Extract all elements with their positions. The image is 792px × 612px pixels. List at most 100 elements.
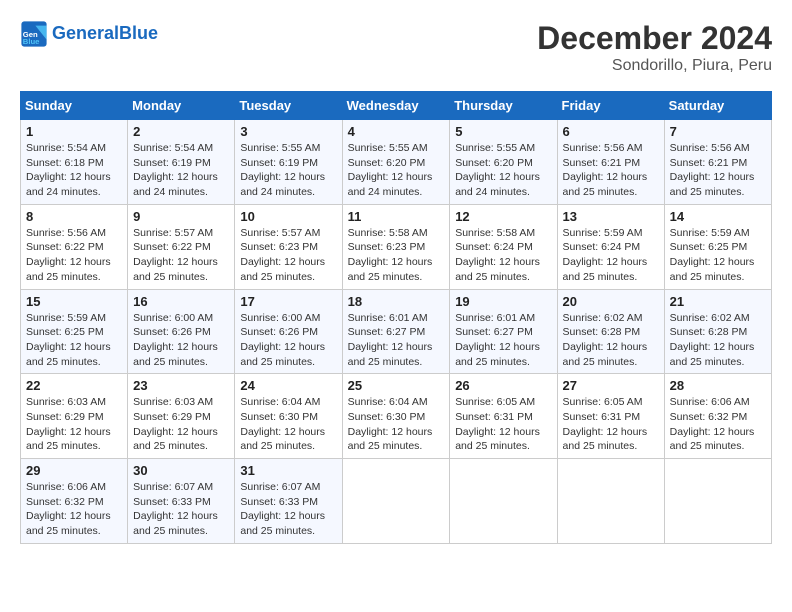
day-info: Sunrise: 6:03 AM Sunset: 6:29 PM Dayligh… [133, 395, 229, 454]
day-number: 2 [133, 124, 229, 139]
calendar-cell: 1Sunrise: 5:54 AM Sunset: 6:18 PM Daylig… [21, 120, 128, 205]
calendar-cell: 29Sunrise: 6:06 AM Sunset: 6:32 PM Dayli… [21, 459, 128, 544]
day-number: 22 [26, 378, 122, 393]
calendar-cell [450, 459, 557, 544]
svg-text:Blue: Blue [23, 37, 40, 46]
day-number: 18 [348, 294, 445, 309]
calendar-cell: 25Sunrise: 6:04 AM Sunset: 6:30 PM Dayli… [342, 374, 450, 459]
day-info: Sunrise: 5:56 AM Sunset: 6:21 PM Dayligh… [670, 141, 766, 200]
weekday-thursday: Thursday [450, 92, 557, 120]
day-info: Sunrise: 6:05 AM Sunset: 6:31 PM Dayligh… [563, 395, 659, 454]
day-info: Sunrise: 6:01 AM Sunset: 6:27 PM Dayligh… [455, 311, 551, 370]
day-info: Sunrise: 6:03 AM Sunset: 6:29 PM Dayligh… [26, 395, 122, 454]
title-block: December 2024 Sondorillo, Piura, Peru [537, 20, 772, 75]
day-number: 13 [563, 209, 659, 224]
day-info: Sunrise: 5:57 AM Sunset: 6:22 PM Dayligh… [133, 226, 229, 285]
day-number: 17 [240, 294, 336, 309]
weekday-monday: Monday [128, 92, 235, 120]
logo-text: GeneralBlue [52, 24, 158, 44]
calendar-cell: 8 Sunrise: 5:56 AM Sunset: 6:22 PM Daylig… [21, 204, 128, 289]
day-number: 14 [670, 209, 766, 224]
day-number: 4 [348, 124, 445, 139]
weekday-saturday: Saturday [664, 92, 771, 120]
day-info: Sunrise: 5:58 AM Sunset: 6:23 PM Dayligh… [348, 226, 445, 285]
calendar-title: December 2024 [537, 20, 772, 57]
day-number: 19 [455, 294, 551, 309]
day-number: 10 [240, 209, 336, 224]
day-info: Sunrise: 5:59 AM Sunset: 6:24 PM Dayligh… [563, 226, 659, 285]
weekday-sunday: Sunday [21, 92, 128, 120]
calendar-cell: 7 Sunrise: 5:56 AM Sunset: 6:21 PM Daylig… [664, 120, 771, 205]
calendar-cell: 15 Sunrise: 5:59 AM Sunset: 6:25 PM Dayli… [21, 289, 128, 374]
day-number: 20 [563, 294, 659, 309]
day-info: Sunrise: 5:59 AM Sunset: 6:25 PM Dayligh… [26, 311, 122, 370]
calendar-cell: 5Sunrise: 5:55 AM Sunset: 6:20 PM Daylig… [450, 120, 557, 205]
calendar-cell: 14 Sunrise: 5:59 AM Sunset: 6:25 PM Dayli… [664, 204, 771, 289]
calendar-cell: 4 Sunrise: 5:55 AM Sunset: 6:20 PM Daylig… [342, 120, 450, 205]
calendar-week-2: 8 Sunrise: 5:56 AM Sunset: 6:22 PM Daylig… [21, 204, 772, 289]
weekday-wednesday: Wednesday [342, 92, 450, 120]
day-info: Sunrise: 5:57 AM Sunset: 6:23 PM Dayligh… [240, 226, 336, 285]
calendar-cell: 17 Sunrise: 6:00 AM Sunset: 6:26 PM Dayli… [235, 289, 342, 374]
day-info: Sunrise: 5:56 AM Sunset: 6:21 PM Dayligh… [563, 141, 659, 200]
day-info: Sunrise: 5:54 AM Sunset: 6:18 PM Dayligh… [26, 141, 122, 200]
day-number: 3 [240, 124, 336, 139]
day-info: Sunrise: 6:05 AM Sunset: 6:31 PM Dayligh… [455, 395, 551, 454]
day-info: Sunrise: 6:00 AM Sunset: 6:26 PM Dayligh… [240, 311, 336, 370]
calendar-cell: 21 Sunrise: 6:02 AM Sunset: 6:28 PM Dayli… [664, 289, 771, 374]
calendar-week-5: 29Sunrise: 6:06 AM Sunset: 6:32 PM Dayli… [21, 459, 772, 544]
day-info: Sunrise: 6:02 AM Sunset: 6:28 PM Dayligh… [670, 311, 766, 370]
day-number: 24 [240, 378, 336, 393]
day-number: 12 [455, 209, 551, 224]
weekday-header-row: SundayMondayTuesdayWednesdayThursdayFrid… [21, 92, 772, 120]
calendar-cell: 19 Sunrise: 6:01 AM Sunset: 6:27 PM Dayli… [450, 289, 557, 374]
calendar-cell: 2 Sunrise: 5:54 AM Sunset: 6:19 PM Daylig… [128, 120, 235, 205]
day-number: 29 [26, 463, 122, 478]
calendar-cell: 24 Sunrise: 6:04 AM Sunset: 6:30 PM Dayli… [235, 374, 342, 459]
calendar-cell: 23 Sunrise: 6:03 AM Sunset: 6:29 PM Dayli… [128, 374, 235, 459]
day-number: 28 [670, 378, 766, 393]
day-number: 6 [563, 124, 659, 139]
day-info: Sunrise: 6:02 AM Sunset: 6:28 PM Dayligh… [563, 311, 659, 370]
calendar-body: 1Sunrise: 5:54 AM Sunset: 6:18 PM Daylig… [21, 120, 772, 544]
day-number: 26 [455, 378, 551, 393]
calendar-cell: 13 Sunrise: 5:59 AM Sunset: 6:24 PM Dayli… [557, 204, 664, 289]
day-info: Sunrise: 6:04 AM Sunset: 6:30 PM Dayligh… [240, 395, 336, 454]
day-info: Sunrise: 5:55 AM Sunset: 6:19 PM Dayligh… [240, 141, 336, 200]
day-info: Sunrise: 5:56 AM Sunset: 6:22 PM Dayligh… [26, 226, 122, 285]
day-number: 5 [455, 124, 551, 139]
weekday-friday: Friday [557, 92, 664, 120]
calendar-cell: 18Sunrise: 6:01 AM Sunset: 6:27 PM Dayli… [342, 289, 450, 374]
page-header: Gen Blue GeneralBlue December 2024 Sondo… [20, 20, 772, 75]
day-number: 9 [133, 209, 229, 224]
calendar-cell: 10 Sunrise: 5:57 AM Sunset: 6:23 PM Dayli… [235, 204, 342, 289]
calendar-cell [664, 459, 771, 544]
calendar-week-3: 15 Sunrise: 5:59 AM Sunset: 6:25 PM Dayli… [21, 289, 772, 374]
logo-blue: Blue [119, 23, 158, 43]
day-number: 8 [26, 209, 122, 224]
day-number: 11 [348, 209, 445, 224]
day-info: Sunrise: 6:06 AM Sunset: 6:32 PM Dayligh… [670, 395, 766, 454]
calendar-week-4: 22 Sunrise: 6:03 AM Sunset: 6:29 PM Dayli… [21, 374, 772, 459]
day-info: Sunrise: 5:55 AM Sunset: 6:20 PM Dayligh… [348, 141, 445, 200]
day-info: Sunrise: 5:54 AM Sunset: 6:19 PM Dayligh… [133, 141, 229, 200]
day-number: 25 [348, 378, 445, 393]
calendar-cell: 22 Sunrise: 6:03 AM Sunset: 6:29 PM Dayli… [21, 374, 128, 459]
calendar-cell: 9 Sunrise: 5:57 AM Sunset: 6:22 PM Daylig… [128, 204, 235, 289]
day-info: Sunrise: 6:07 AM Sunset: 6:33 PM Dayligh… [240, 480, 336, 539]
calendar-cell: 26 Sunrise: 6:05 AM Sunset: 6:31 PM Dayli… [450, 374, 557, 459]
day-number: 23 [133, 378, 229, 393]
logo-icon: Gen Blue [20, 20, 48, 48]
day-info: Sunrise: 5:59 AM Sunset: 6:25 PM Dayligh… [670, 226, 766, 285]
day-number: 16 [133, 294, 229, 309]
calendar-cell: 11 Sunrise: 5:58 AM Sunset: 6:23 PM Dayli… [342, 204, 450, 289]
calendar-cell: 16Sunrise: 6:00 AM Sunset: 6:26 PM Dayli… [128, 289, 235, 374]
day-number: 21 [670, 294, 766, 309]
day-number: 15 [26, 294, 122, 309]
day-number: 31 [240, 463, 336, 478]
day-number: 7 [670, 124, 766, 139]
calendar-cell: 30Sunrise: 6:07 AM Sunset: 6:33 PM Dayli… [128, 459, 235, 544]
calendar-subtitle: Sondorillo, Piura, Peru [537, 57, 772, 75]
calendar-cell: 27Sunrise: 6:05 AM Sunset: 6:31 PM Dayli… [557, 374, 664, 459]
weekday-tuesday: Tuesday [235, 92, 342, 120]
